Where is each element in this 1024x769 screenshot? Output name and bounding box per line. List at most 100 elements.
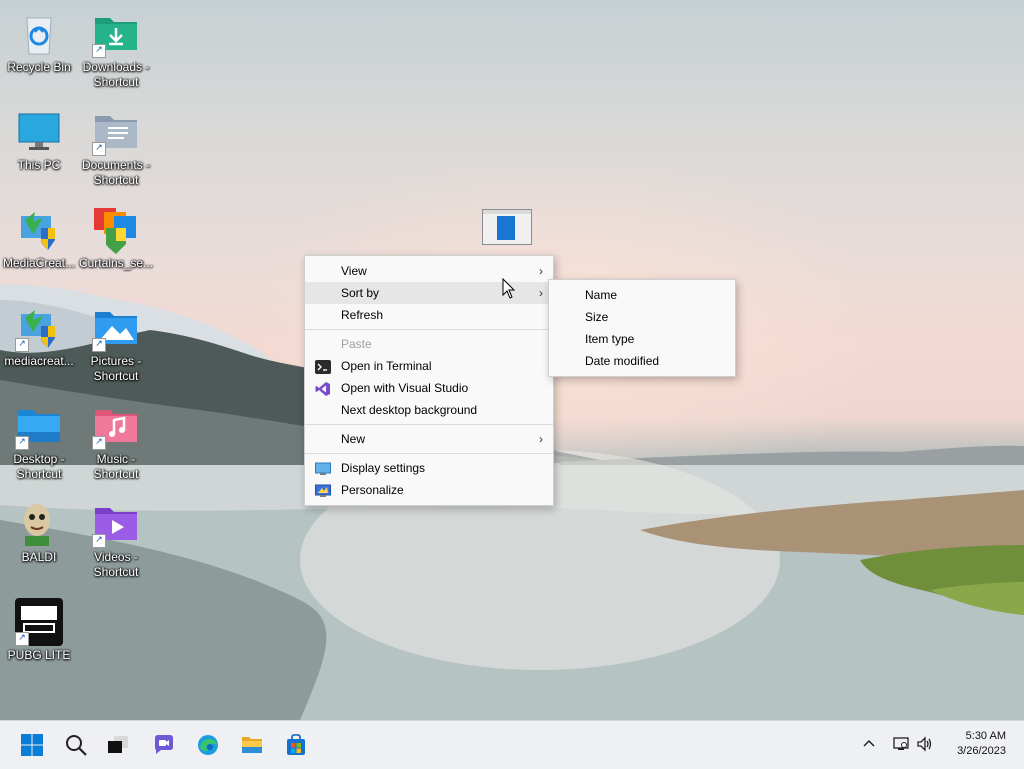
recycle-bin-icon bbox=[15, 10, 63, 58]
menu-item-label: Name bbox=[585, 288, 618, 302]
menu-item-open-with-visual-studio[interactable]: Open with Visual Studio bbox=[305, 377, 553, 399]
desktop-icon-label: Curtains_se... bbox=[78, 256, 154, 270]
menu-item-label: Open with Visual Studio bbox=[341, 381, 469, 395]
terminal-icon bbox=[315, 359, 331, 374]
desktop-icon-label: Pictures - Shortcut bbox=[90, 354, 142, 383]
menu-item-refresh[interactable]: Refresh bbox=[305, 304, 553, 326]
window-preview-content bbox=[497, 216, 515, 240]
menu-item-paste: Paste bbox=[305, 333, 553, 355]
desktop-icon-label: This PC bbox=[17, 158, 61, 172]
store-button[interactable] bbox=[280, 729, 312, 761]
store-icon bbox=[287, 734, 305, 755]
task-view-icon bbox=[108, 736, 128, 753]
taskbar-clock[interactable]: 5:30 AM 3/26/2023 bbox=[957, 729, 1006, 759]
menu-item-label: Item type bbox=[585, 332, 635, 346]
shortcut-arrow-icon: ↗ bbox=[15, 338, 29, 352]
chevron-up-icon[interactable] bbox=[860, 735, 878, 753]
desktop-icon-label: BALDI bbox=[21, 550, 57, 564]
pictures-folder-icon: ↗ bbox=[92, 304, 140, 352]
personalize-icon bbox=[315, 483, 331, 497]
desktop-icon-documents-shortcut[interactable]: ↗ Documents - Shortcut bbox=[78, 108, 154, 188]
menu-separator bbox=[305, 424, 553, 425]
taskbar: 5:30 AM 3/26/2023 bbox=[0, 720, 1024, 769]
this-pc-icon bbox=[15, 108, 63, 156]
menu-separator bbox=[305, 329, 553, 330]
desktop-icon-videos-shortcut[interactable]: ↗ Videos - Shortcut bbox=[78, 500, 154, 580]
edge-button[interactable] bbox=[192, 729, 224, 761]
chat-button[interactable] bbox=[148, 729, 180, 761]
documents-folder-icon: ↗ bbox=[92, 108, 140, 156]
file-explorer-button[interactable] bbox=[236, 729, 268, 761]
volume-icon[interactable] bbox=[916, 735, 934, 753]
start-button[interactable] bbox=[16, 729, 48, 761]
media-creation-tool-icon: ↗ bbox=[15, 304, 63, 352]
display-settings-icon bbox=[315, 461, 331, 475]
menu-item-label: Size bbox=[585, 310, 609, 324]
shortcut-arrow-icon: ↗ bbox=[92, 534, 106, 548]
network-icon[interactable] bbox=[892, 735, 910, 753]
music-folder-icon: ↗ bbox=[92, 402, 140, 450]
desktop-context-menu: View › Sort by › Refresh Paste Open in T… bbox=[304, 255, 554, 506]
desktop-folder-icon: ↗ bbox=[15, 402, 63, 450]
pubg-lite-icon: ↗ bbox=[15, 598, 63, 646]
window-preview-thumbnail[interactable] bbox=[482, 209, 532, 245]
menu-item-label: View bbox=[341, 264, 367, 278]
start-icon bbox=[21, 734, 43, 756]
mouse-pointer-icon bbox=[502, 278, 516, 299]
desktop-icon-label: Desktop - Shortcut bbox=[13, 452, 65, 481]
desktop-icon-curtains[interactable]: Curtains_se... bbox=[78, 206, 154, 271]
shortcut-arrow-icon: ↗ bbox=[92, 436, 106, 450]
sort-by-item-type[interactable]: Item type bbox=[549, 328, 735, 350]
sort-by-submenu: Name Size Item type Date modified bbox=[548, 279, 736, 377]
desktop-icon-desktop-shortcut[interactable]: ↗ Desktop - Shortcut bbox=[1, 402, 77, 482]
downloads-folder-icon: ↗ bbox=[92, 10, 140, 58]
sort-by-date-modified[interactable]: Date modified bbox=[549, 350, 735, 372]
desktop-icon-label: Downloads - Shortcut bbox=[82, 60, 150, 89]
desktop-icon-pubg-lite[interactable]: ↗ PUBG LITE bbox=[1, 598, 77, 663]
videos-folder-icon: ↗ bbox=[92, 500, 140, 548]
menu-item-display-settings[interactable]: Display settings bbox=[305, 457, 553, 479]
shortcut-arrow-icon: ↗ bbox=[92, 142, 106, 156]
desktop-icon-label: Music - Shortcut bbox=[93, 452, 139, 481]
baldi-game-icon bbox=[15, 500, 63, 548]
menu-item-personalize[interactable]: Personalize bbox=[305, 479, 553, 501]
chat-icon bbox=[155, 735, 173, 754]
clock-time: 5:30 AM bbox=[965, 730, 1006, 742]
sort-by-size[interactable]: Size bbox=[549, 306, 735, 328]
desktop-icon-label: Recycle Bin bbox=[7, 60, 71, 74]
menu-item-open-in-terminal[interactable]: Open in Terminal bbox=[305, 355, 553, 377]
media-creation-tool-icon bbox=[15, 206, 63, 254]
edge-icon bbox=[198, 735, 218, 755]
shortcut-arrow-icon: ↗ bbox=[15, 632, 29, 646]
chevron-right-icon: › bbox=[539, 264, 543, 278]
curtains-app-icon bbox=[92, 206, 140, 254]
search-button[interactable] bbox=[60, 729, 92, 761]
desktop-icon-label: PUBG LITE bbox=[7, 648, 71, 662]
task-view-button[interactable] bbox=[102, 729, 134, 761]
visual-studio-icon bbox=[315, 381, 331, 396]
desktop-icon-mediacreation[interactable]: MediaCreat... bbox=[1, 206, 77, 271]
desktop-icon-mediacreation-shortcut[interactable]: ↗ mediacreat... bbox=[1, 304, 77, 369]
menu-item-label: Display settings bbox=[341, 461, 426, 475]
menu-item-next-desktop-background[interactable]: Next desktop background bbox=[305, 399, 553, 421]
sort-by-name[interactable]: Name bbox=[549, 284, 735, 306]
menu-item-label: Sort by bbox=[341, 286, 380, 300]
desktop-icon-pictures-shortcut[interactable]: ↗ Pictures - Shortcut bbox=[78, 304, 154, 384]
desktop-icon-baldi[interactable]: BALDI bbox=[1, 500, 77, 565]
desktop-icon-label: mediacreat... bbox=[4, 354, 74, 368]
chevron-right-icon: › bbox=[539, 432, 543, 446]
desktop-icon-this-pc[interactable]: This PC bbox=[1, 108, 77, 173]
window-preview-titlebar bbox=[483, 210, 531, 214]
shortcut-arrow-icon: ↗ bbox=[92, 44, 106, 58]
menu-item-label: New bbox=[341, 432, 366, 446]
desktop-icon-label: MediaCreat... bbox=[2, 256, 76, 270]
desktop-icon-downloads-shortcut[interactable]: ↗ Downloads - Shortcut bbox=[78, 10, 154, 90]
menu-item-label: Open in Terminal bbox=[341, 359, 432, 373]
menu-item-label: Refresh bbox=[341, 308, 384, 322]
desktop-icon-recycle-bin[interactable]: Recycle Bin bbox=[1, 10, 77, 75]
file-explorer-icon bbox=[242, 737, 262, 753]
menu-item-new[interactable]: New › bbox=[305, 428, 553, 450]
chevron-right-icon: › bbox=[539, 286, 543, 300]
desktop-icon-music-shortcut[interactable]: ↗ Music - Shortcut bbox=[78, 402, 154, 482]
desktop-icon-label: Documents - Shortcut bbox=[81, 158, 151, 187]
